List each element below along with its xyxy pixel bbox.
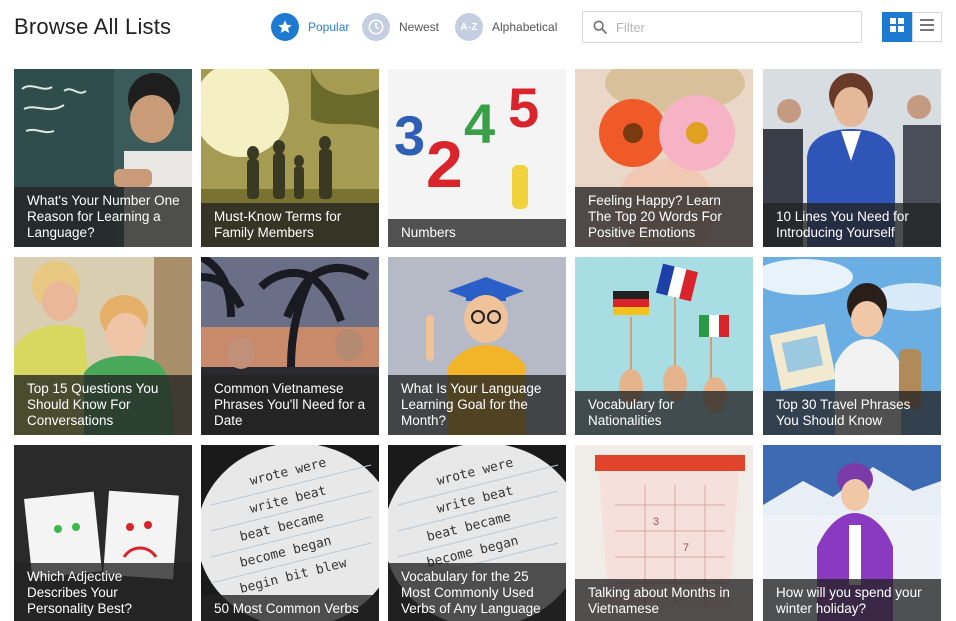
list-card-15[interactable]: How will you spend your winter holiday?	[763, 445, 941, 621]
list-icon	[920, 18, 934, 36]
sort-newest-label: Newest	[399, 20, 440, 34]
list-title: Top 15 Questions You Should Know For Con…	[14, 375, 192, 435]
list-title: What's Your Number One Reason for Learni…	[14, 187, 192, 247]
list-card-2[interactable]: Must-Know Terms for Family Members	[201, 69, 379, 247]
list-title: Must-Know Terms for Family Members	[201, 203, 379, 247]
list-title: Numbers	[388, 219, 566, 247]
list-card-10[interactable]: Top 30 Travel Phrases You Should Know	[763, 257, 941, 435]
sort-alphabetical[interactable]: A-Z Alphabetical	[455, 12, 557, 42]
list-card-6[interactable]: Top 15 Questions You Should Know For Con…	[14, 257, 192, 435]
list-card-13[interactable]: wrote were write beat beat became become…	[388, 445, 566, 621]
list-card-3[interactable]: 3 2 4 5 Numbers	[388, 69, 566, 247]
list-title: Vocabulary for the 25 Most Commonly Used…	[388, 563, 566, 621]
header: Browse All Lists Popular Newest A-Z Alph…	[0, 0, 956, 56]
list-view-button[interactable]	[912, 12, 942, 42]
list-title: 10 Lines You Need for Introducing Yourse…	[763, 203, 941, 247]
list-card-5[interactable]: 10 Lines You Need for Introducing Yourse…	[763, 69, 941, 247]
list-card-12[interactable]: wrote were write beat beat became become…	[201, 445, 379, 621]
search-icon	[592, 19, 608, 35]
list-title: Which Adjective Describes Your Personali…	[14, 563, 192, 621]
list-card-8[interactable]: What Is Your Language Learning Goal for …	[388, 257, 566, 435]
list-title: Talking about Months in Vietnamese	[575, 579, 753, 621]
svg-text:7: 7	[683, 542, 689, 554]
sort-alphabetical-label: Alphabetical	[492, 20, 558, 34]
list-title: Common Vietnamese Phrases You'll Need fo…	[201, 375, 379, 435]
grid-view-button[interactable]	[882, 12, 912, 42]
svg-text:2: 2	[426, 127, 463, 201]
az-icon: A-Z	[455, 13, 483, 41]
list-card-4[interactable]: Feeling Happy? Learn The Top 20 Words Fo…	[575, 69, 753, 247]
page-title: Browse All Lists	[14, 14, 172, 39]
list-card-11[interactable]: Which Adjective Describes Your Personali…	[14, 445, 192, 621]
svg-text:3: 3	[394, 104, 425, 167]
sort-popular[interactable]: Popular	[271, 12, 349, 42]
list-card-1[interactable]: What's Your Number One Reason for Learni…	[14, 69, 192, 247]
svg-text:4: 4	[464, 92, 495, 155]
star-icon	[271, 13, 299, 41]
list-card-9[interactable]: Vocabulary for Nationalities	[575, 257, 753, 435]
list-title: How will you spend your winter holiday?	[763, 579, 941, 621]
svg-text:5: 5	[508, 76, 539, 139]
grid-icon	[890, 17, 904, 37]
sort-popular-label: Popular	[308, 20, 350, 34]
list-title: What Is Your Language Learning Goal for …	[388, 375, 566, 435]
clock-icon	[362, 13, 390, 41]
list-card-7[interactable]: Common Vietnamese Phrases You'll Need fo…	[201, 257, 379, 435]
filter-input[interactable]	[616, 19, 856, 35]
svg-text:3: 3	[653, 516, 659, 528]
list-title: Vocabulary for Nationalities	[575, 391, 753, 435]
sort-newest[interactable]: Newest	[362, 12, 439, 42]
search-box	[582, 11, 862, 43]
list-card-14[interactable]: 3 7 Talking about Months in Vietnamese	[575, 445, 753, 621]
list-title: Top 30 Travel Phrases You Should Know	[763, 391, 941, 435]
list-title: 50 Most Common Verbs	[201, 595, 379, 621]
list-title: Feeling Happy? Learn The Top 20 Words Fo…	[575, 187, 753, 247]
